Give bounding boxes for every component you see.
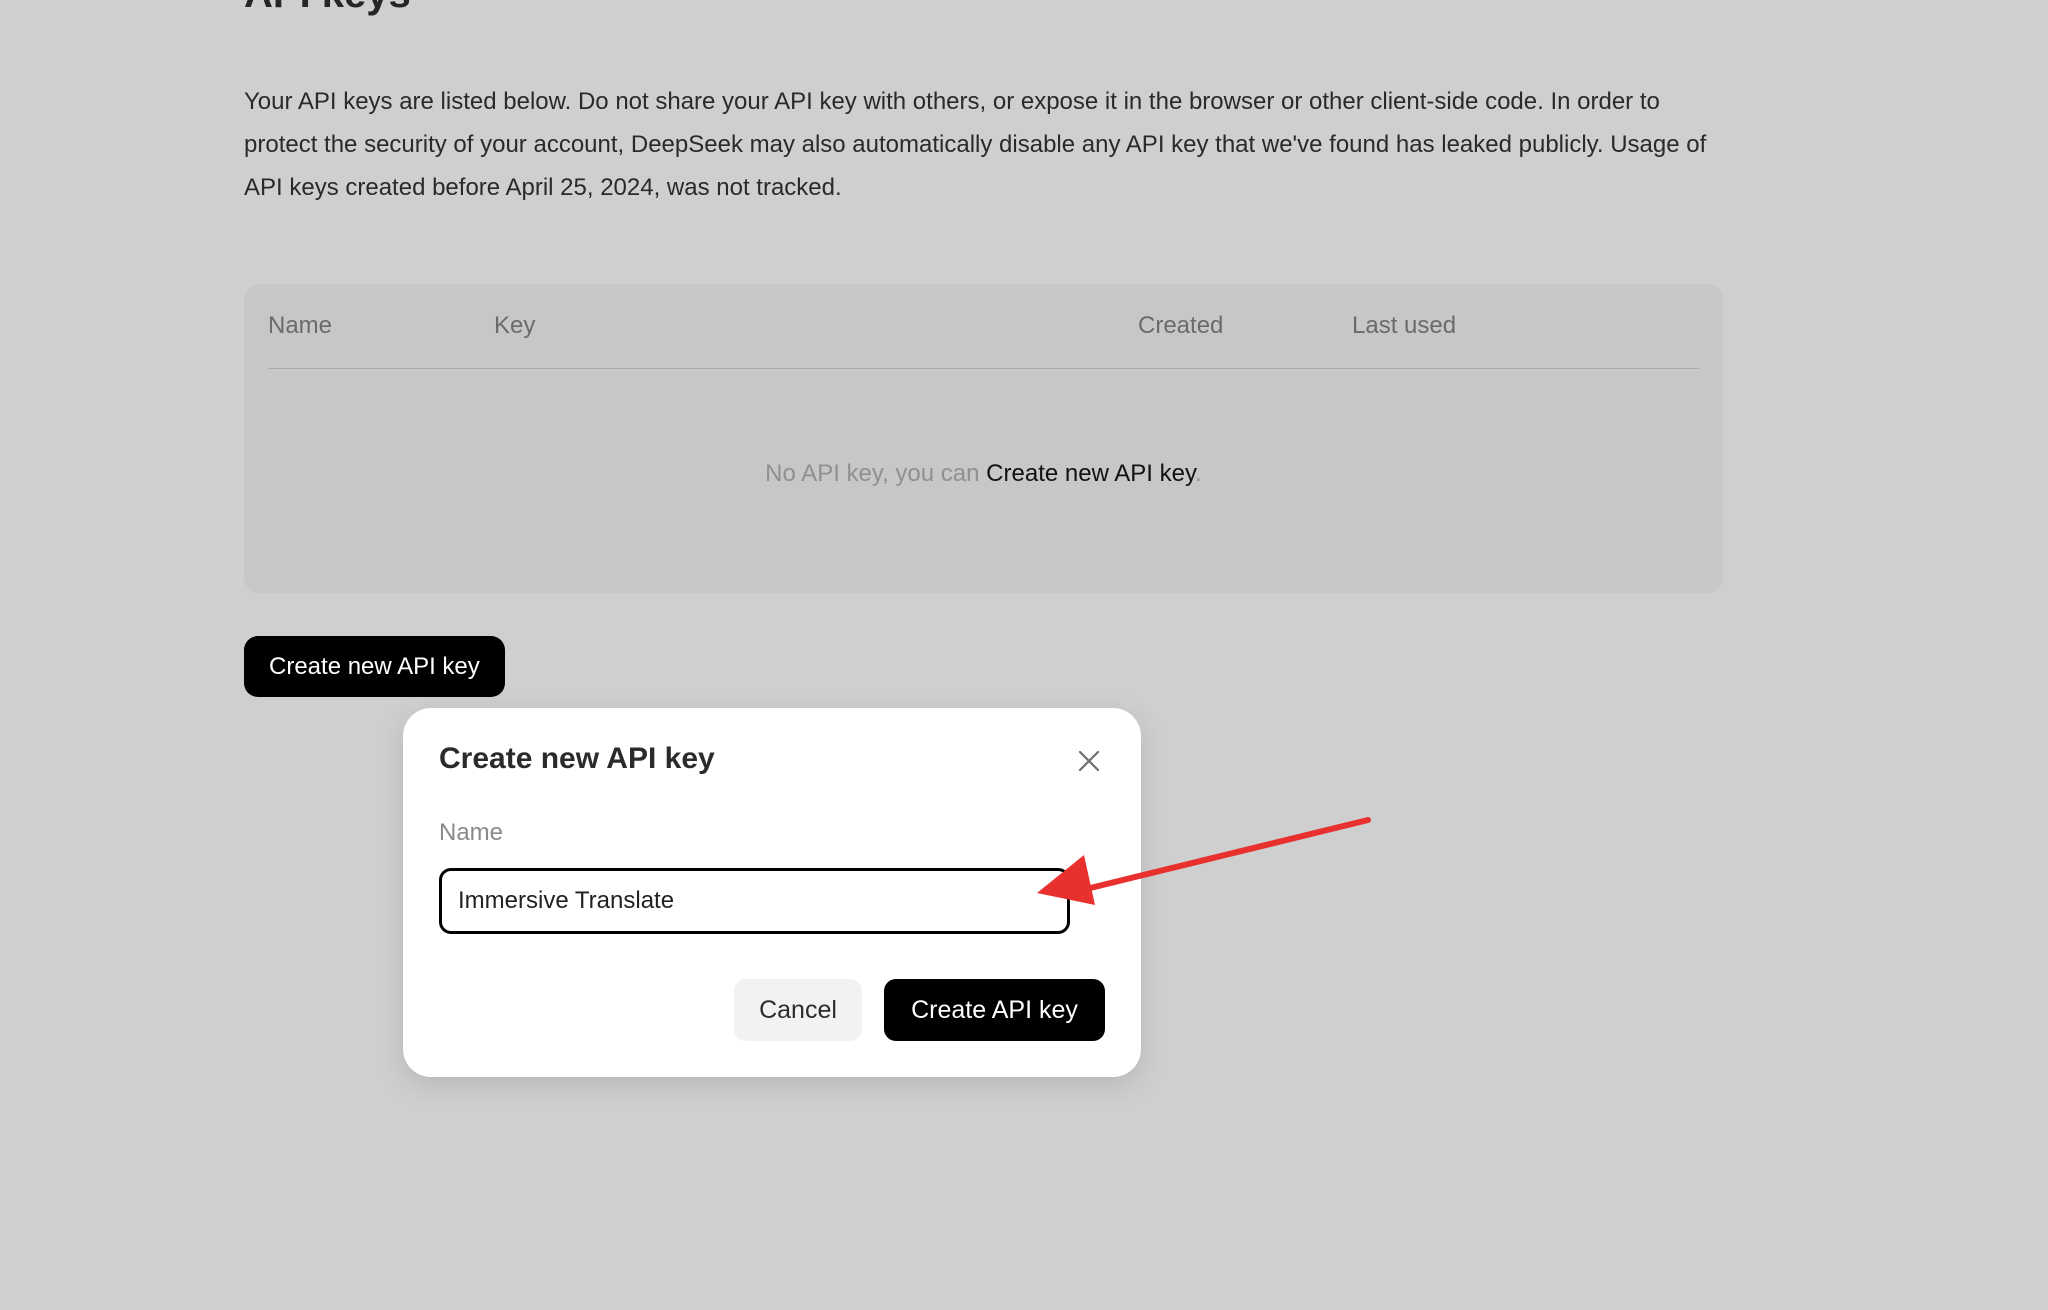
page-title: API keys — [244, 0, 411, 18]
column-header-created: Created — [1138, 312, 1224, 339]
create-api-key-dialog: Create new API key Name Cancel Create AP… — [403, 708, 1141, 1077]
name-input[interactable] — [439, 868, 1070, 934]
name-field-label: Name — [439, 819, 504, 846]
page-description: Your API keys are listed below. Do not s… — [244, 88, 1707, 201]
column-header-name: Name — [268, 312, 333, 339]
column-header-key: Key — [494, 312, 536, 339]
empty-state-create-link[interactable]: Create new API key — [986, 460, 1195, 487]
close-icon — [1078, 750, 1100, 772]
api-keys-table: Name Key Created Last used No API key, y… — [244, 284, 1723, 593]
close-button[interactable] — [1074, 746, 1104, 776]
empty-state-suffix: . — [1195, 460, 1202, 487]
dialog-title: Create new API key — [439, 742, 715, 775]
create-new-api-key-button[interactable]: Create new API key — [244, 636, 505, 697]
column-header-last-used: Last used — [1352, 312, 1457, 339]
empty-state-message: No API key, you can Create new API key. — [244, 460, 1723, 488]
cancel-button[interactable]: Cancel — [734, 979, 862, 1041]
create-api-key-button[interactable]: Create API key — [884, 979, 1105, 1041]
empty-state-prefix: No API key, you can — [765, 460, 987, 487]
table-header: Name Key Created Last used — [268, 284, 1699, 369]
